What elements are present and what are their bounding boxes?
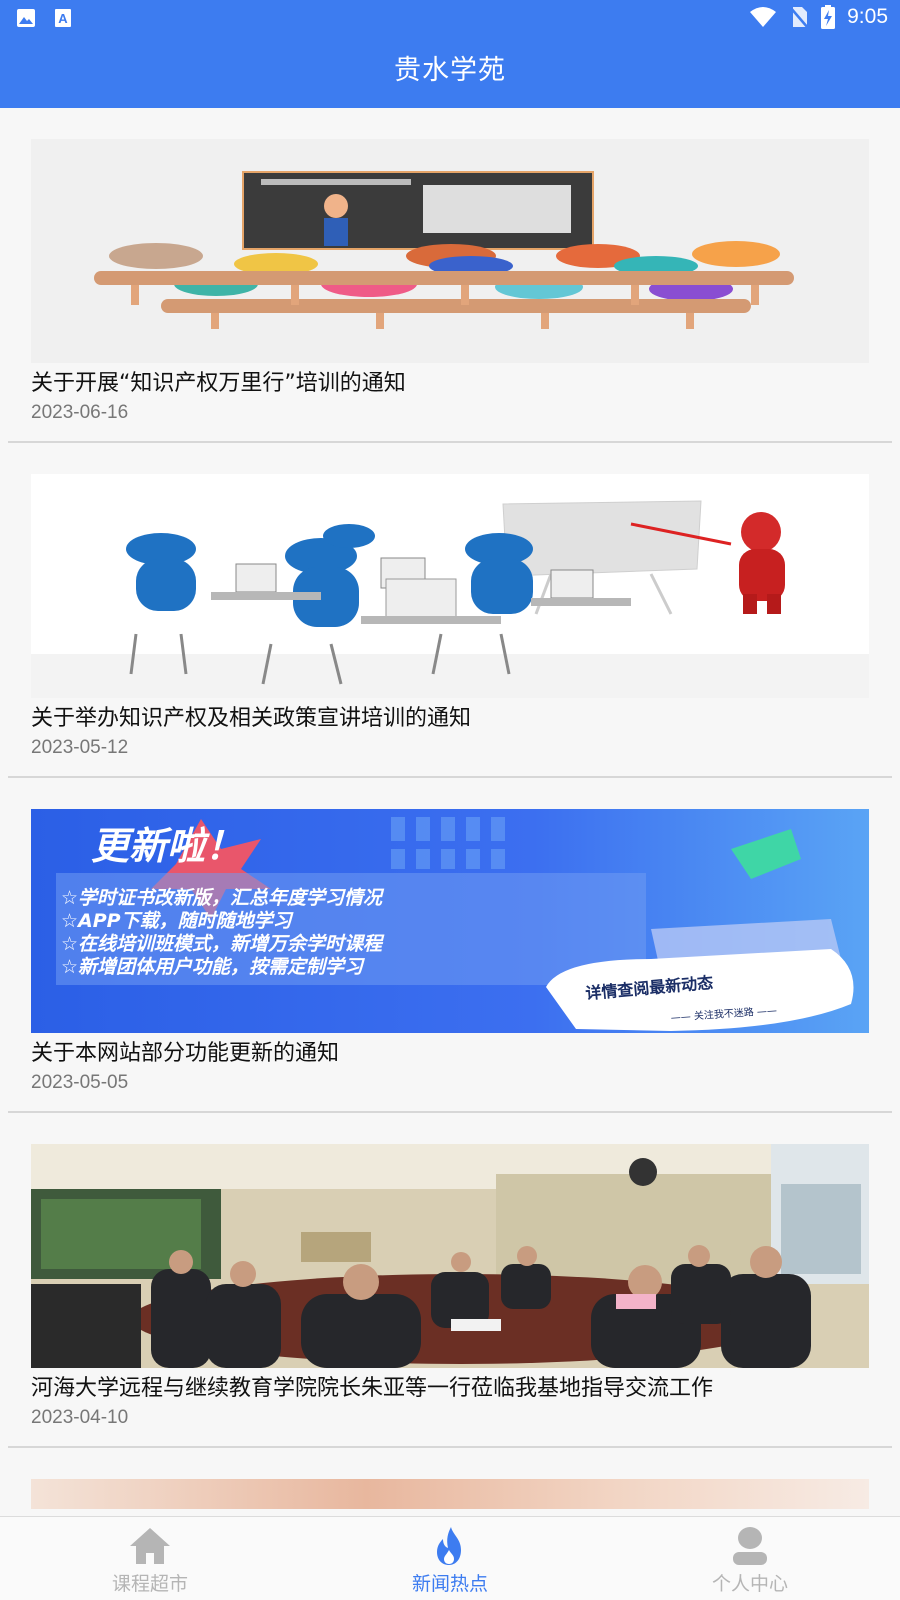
banner-line: ☆APP下载，随时随地学习: [61, 910, 294, 932]
news-card[interactable]: 河海大学远程与继续教育学院院长朱亚等一行莅临我基地指导交流工作 2023-04-…: [8, 1113, 892, 1448]
tab-label: 课程超市: [111, 1573, 188, 1595]
news-thumbnail-update-banner[interactable]: 更新啦！ ☆学时证书改新版，汇总年度学习情况 ☆APP下载，随时随地学习 ☆在线…: [31, 809, 869, 1033]
tab-course-market[interactable]: 课程超市: [0, 1517, 300, 1600]
news-thumbnail-classroom[interactable]: [31, 139, 869, 363]
a-icon: A: [55, 9, 71, 27]
status-time: 9:05: [847, 5, 888, 28]
news-card[interactable]: 关于举办知识产权及相关政策宣讲培训的通知 2023-05-12: [8, 443, 892, 778]
bottom-tab-bar: 课程超市 新闻热点 个人中心: [0, 1516, 900, 1600]
news-thumbnail-meeting[interactable]: [31, 1144, 869, 1368]
tab-label: 新闻热点: [411, 1573, 488, 1595]
news-title[interactable]: 关于开展“知识产权万里行”培训的通知: [31, 365, 406, 397]
news-title[interactable]: 河海大学远程与继续教育学院院长朱亚等一行莅临我基地指导交流工作: [31, 1370, 713, 1402]
tab-news-hot[interactable]: 新闻热点: [300, 1517, 600, 1600]
news-title[interactable]: 关于本网站部分功能更新的通知: [31, 1035, 339, 1067]
page-title: 贵水学苑: [394, 55, 506, 86]
banner-line: ☆新增团体用户功能，按需定制学习: [61, 956, 365, 978]
news-feed[interactable]: 关于开展“知识产权万里行”培训的通知 2023-06-16 关于举办知识产权及相…: [0, 108, 900, 1516]
news-date: 2023-04-10: [31, 1407, 129, 1428]
banner-line: ☆学时证书改新版，汇总年度学习情况: [61, 887, 385, 909]
no-sim-icon: [789, 6, 810, 29]
banner-line: ☆在线培训班模式，新增万余学时课程: [61, 933, 385, 955]
tab-label: 个人中心: [711, 1573, 788, 1595]
wifi-icon: [750, 7, 777, 27]
person-icon: [733, 1527, 767, 1565]
news-date: 2023-06-16: [31, 402, 129, 423]
news-title[interactable]: 关于举办知识产权及相关政策宣讲培训的通知: [31, 700, 471, 732]
news-card[interactable]: 更新啦！ ☆学时证书改新版，汇总年度学习情况 ☆APP下载，随时随地学习 ☆在线…: [8, 778, 892, 1113]
app-bar: 贵水学苑: [0, 36, 900, 108]
svg-text:A: A: [58, 11, 68, 26]
status-bar: A 9:05: [0, 0, 900, 36]
flame-icon: [437, 1527, 461, 1565]
news-thumbnail-partial[interactable]: [31, 1479, 869, 1509]
news-date: 2023-05-12: [31, 737, 129, 758]
banner-headline: 更新啦！: [91, 824, 243, 868]
news-card[interactable]: 关于开展“知识产权万里行”培训的通知 2023-06-16: [8, 108, 892, 443]
image-icon: [17, 9, 35, 27]
home-icon: [130, 1528, 170, 1564]
news-date: 2023-05-05: [31, 1072, 129, 1093]
battery-charging-icon: [821, 5, 836, 29]
tab-personal-center[interactable]: 个人中心: [600, 1517, 900, 1600]
news-thumbnail-training[interactable]: [31, 474, 869, 698]
